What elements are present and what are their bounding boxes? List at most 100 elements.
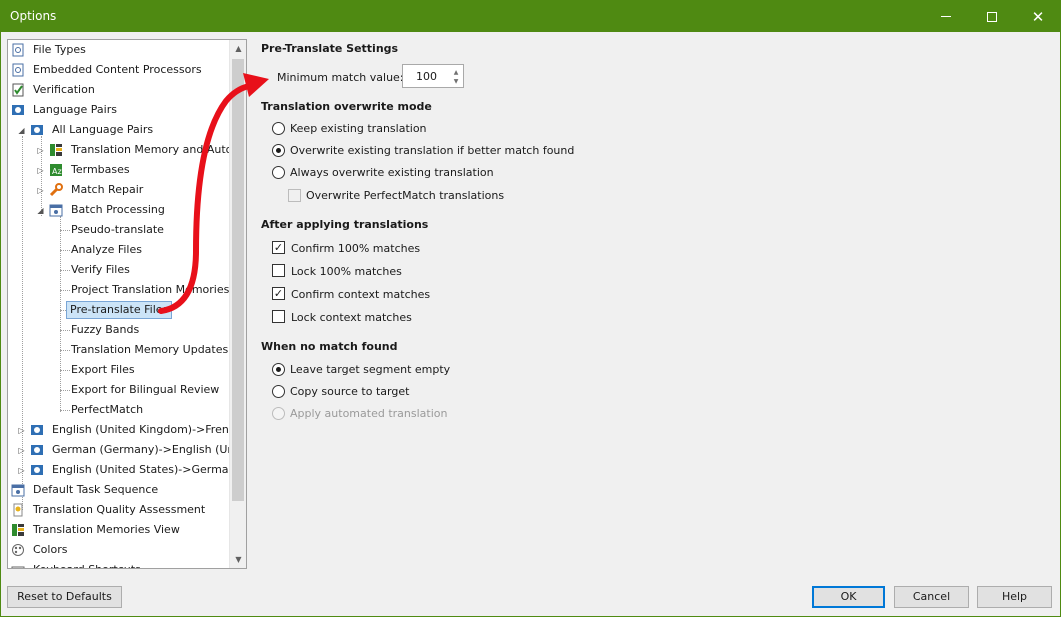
min-match-spinner[interactable]: 100 ▲ ▼ [402,64,464,88]
reset-to-defaults-button[interactable]: Reset to Defaults [7,586,122,608]
tree-item-tm-view[interactable]: Translation Memories View [11,520,183,540]
overwrite-better-label[interactable]: Overwrite existing translation if better… [290,144,574,157]
help-button[interactable]: Help [977,586,1052,608]
language-pairs-icon [30,423,44,437]
tree-item-label: All Language Pairs [52,123,154,136]
close-button[interactable]: ✕ [1015,1,1061,32]
copy-source-label[interactable]: Copy source to target [290,385,409,398]
spin-down-icon[interactable]: ▼ [450,76,462,86]
tree-item-colors[interactable]: Colors [11,540,70,560]
leave-empty-label[interactable]: Leave target segment empty [290,363,450,376]
tree-item-all-language-pairs[interactable]: All Language Pairs [30,120,156,140]
expand-toggle[interactable]: ▷ [17,466,26,475]
close-icon: ✕ [1031,7,1045,26]
tree-item-tm-updates[interactable]: Translation Memory Updates [68,340,229,360]
tree-item-label: Project Translation Memories [71,283,229,296]
tree-item-default-task-sequence[interactable]: Default Task Sequence [11,480,161,500]
tree-item-keyboard-shortcuts[interactable]: Keyboard Shortcuts [11,560,144,568]
always-overwrite-radio[interactable] [272,166,285,179]
tree-item-en-gb-fr[interactable]: English (United Kingdom)->French [30,420,229,440]
leave-empty-radio[interactable] [272,363,285,376]
tree-item-verification[interactable]: Verification [11,80,98,100]
expand-toggle[interactable]: ▷ [17,426,26,435]
tree-item-batch-processing[interactable]: Batch Processing [49,200,168,220]
tree-item-fuzzy-bands[interactable]: Fuzzy Bands [68,320,142,340]
tree-item-export-files[interactable]: Export Files [68,360,138,380]
lock-100-checkbox[interactable] [272,264,285,277]
tree-item-label: Embedded Content Processors [33,63,202,76]
copy-source-radio[interactable] [272,385,285,398]
tree-scrollbar[interactable]: ▲ ▼ [229,40,246,568]
tree-item-termbases[interactable]: Az Termbases [49,160,133,180]
tree-item-label: English (United Kingdom)->French [52,423,229,436]
tree-item-verify-files[interactable]: Verify Files [68,260,133,280]
tree-item-export-bilingual[interactable]: Export for Bilingual Review [68,380,222,400]
confirm-context-checkbox[interactable]: ✓ [272,287,285,300]
confirm-100-checkbox[interactable]: ✓ [272,241,285,254]
tree-item-match-repair[interactable]: Match Repair [49,180,146,200]
tree-item-label: Export Files [71,363,135,376]
tree-item-pseudo-translate[interactable]: Pseudo-translate [68,220,167,240]
expand-toggle[interactable]: ▷ [17,446,26,455]
tree-item-file-types[interactable]: File Types [11,40,89,60]
scroll-thumb[interactable] [232,59,244,501]
tree-item-language-pairs[interactable]: Language Pairs [11,100,120,120]
maximize-button[interactable] [969,1,1015,32]
apply-automated-label[interactable]: Apply automated translation [290,407,447,420]
tree-item-label: PerfectMatch [71,403,144,416]
language-pairs-icon [30,443,44,457]
collapse-toggle[interactable]: ◢ [36,206,45,215]
confirm-100-label[interactable]: Confirm 100% matches [291,242,420,255]
cancel-button[interactable]: Cancel [894,586,969,608]
lock-context-checkbox[interactable] [272,310,285,323]
tree-item-analyze-files[interactable]: Analyze Files [68,240,145,260]
language-pairs-icon [30,463,44,477]
tree-item-label: Termbases [71,163,130,176]
always-overwrite-label[interactable]: Always overwrite existing translation [290,166,494,179]
min-match-value: 100 [416,70,437,83]
apply-automated-radio[interactable] [272,407,285,420]
collapse-toggle[interactable]: ◢ [17,126,26,135]
language-pairs-icon [30,123,44,137]
translation-memory-icon [49,143,63,157]
file-types-icon [11,43,25,57]
options-tree[interactable]: ◢ ▷ ▷ ▷ ◢ ▷ ▷ ▷ File Types Embedded Cont… [7,39,247,569]
tree-item-label: English (United States)->German ( [52,463,229,476]
keep-existing-radio[interactable] [272,122,285,135]
tree-item-translation-memory[interactable]: Translation Memory and Autom [49,140,229,160]
keyboard-icon [11,563,25,568]
confirm-context-label[interactable]: Confirm context matches [291,288,430,301]
tree-item-de-en[interactable]: German (Germany)->English (Unite [30,440,229,460]
tree-item-label: German (Germany)->English (Unite [52,443,229,456]
lock-context-label[interactable]: Lock context matches [291,311,412,324]
tree-item-en-us-de[interactable]: English (United States)->German ( [30,460,229,480]
chevron-up-icon: ▲ [235,44,242,53]
tree-item-label: Keyboard Shortcuts [30,560,144,568]
minimize-button[interactable] [923,1,969,32]
overwrite-perfectmatch-checkbox[interactable] [288,189,301,202]
ok-button[interactable]: OK [812,586,885,608]
palette-icon [11,543,25,557]
lock-100-label[interactable]: Lock 100% matches [291,265,402,278]
overwrite-perfectmatch-label[interactable]: Overwrite PerfectMatch translations [306,189,504,202]
expand-toggle[interactable]: ▷ [36,186,45,195]
scroll-down-button[interactable]: ▼ [230,551,246,568]
window-title: Options [10,9,57,23]
tree-item-label: Language Pairs [33,103,117,116]
tree-item-label: Verification [33,83,95,96]
tree-item-pre-translate-files[interactable]: Pre-translate Files [66,300,173,320]
svg-text:Az: Az [52,167,62,176]
tree-item-tqa[interactable]: Translation Quality Assessment [11,500,208,520]
tree-item-perfectmatch[interactable]: PerfectMatch [68,400,146,420]
tree-item-label: Colors [33,543,68,556]
expand-toggle[interactable]: ▷ [36,166,45,175]
verification-icon [11,83,25,97]
expand-toggle[interactable]: ▷ [36,146,45,155]
keep-existing-label[interactable]: Keep existing translation [290,122,427,135]
chevron-down-icon: ▼ [235,555,242,564]
termbase-icon: Az [49,163,63,177]
tree-item-embedded-content[interactable]: Embedded Content Processors [11,60,205,80]
scroll-up-button[interactable]: ▲ [230,40,246,57]
tree-item-project-tms[interactable]: Project Translation Memories [68,280,229,300]
overwrite-better-radio[interactable] [272,144,285,157]
